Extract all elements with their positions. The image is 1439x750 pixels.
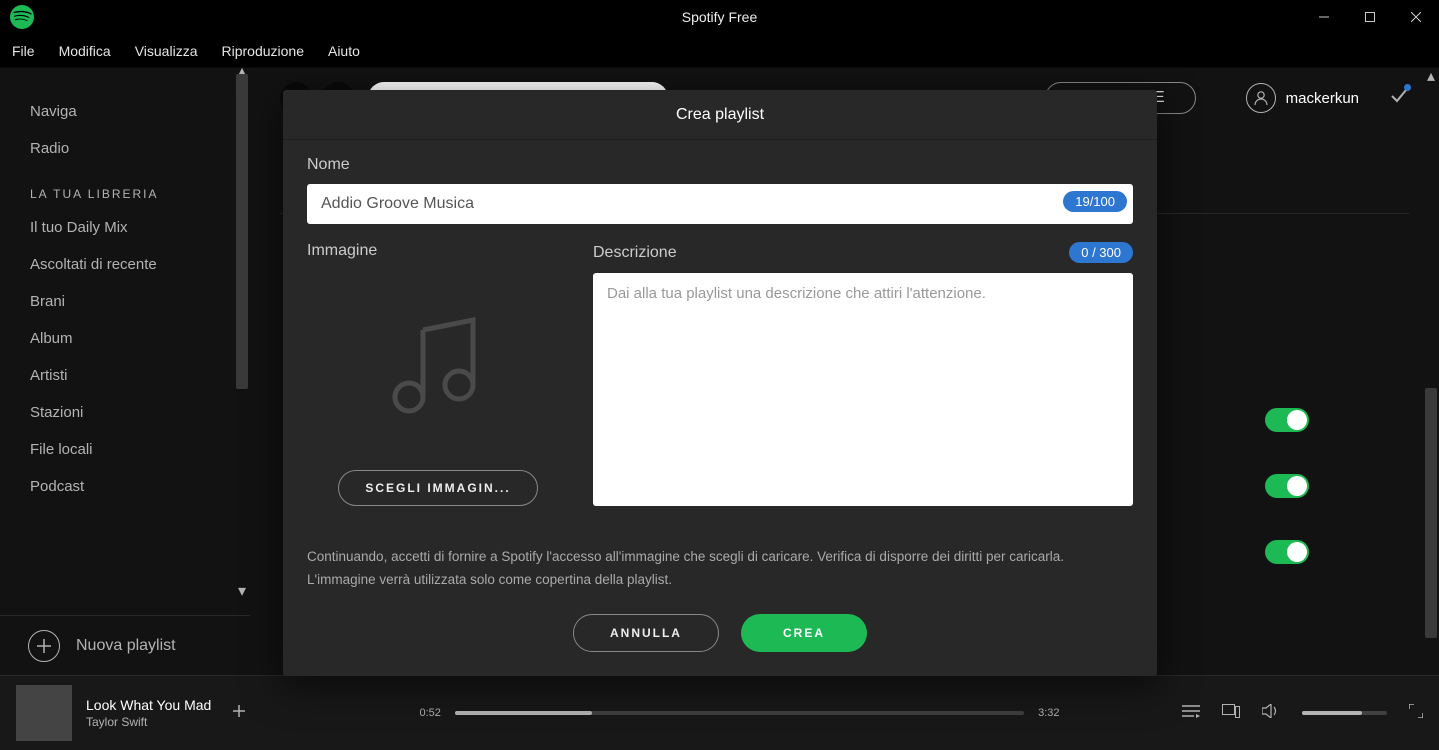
sidebar-item-songs[interactable]: Brani [0,283,250,320]
sidebar-item-artists[interactable]: Artisti [0,357,250,394]
sidebar-library-header: LA TUA LIBRERIA [0,167,250,209]
menu-playback[interactable]: Riproduzione [209,34,316,68]
track-title[interactable]: Look What You Mad [86,697,211,713]
modal-title: Crea playlist [283,90,1157,140]
sidebar-item-recent[interactable]: Ascoltati di recente [0,246,250,283]
scrollbar-thumb[interactable] [236,74,248,389]
progress-bar[interactable] [455,711,1024,715]
content-scrollbar[interactable]: ▴ [1423,68,1439,675]
album-cover[interactable] [16,685,72,741]
create-button[interactable]: CREA [741,614,867,652]
sidebar-item-browse[interactable]: Naviga [0,93,250,130]
queue-button[interactable] [1182,704,1200,723]
player-bar: Look What You Mad Taylor Swift 0:52 3:32 [0,675,1439,750]
scrollbar-thumb[interactable] [1425,388,1437,638]
toggle-2[interactable] [1265,474,1309,498]
image-label: Immagine [307,242,569,260]
titlebar: Spotify Free [0,0,1439,34]
description-counter-badge: 0 / 300 [1069,242,1133,263]
name-label: Nome [307,156,1133,174]
new-playlist-label: Nuova playlist [76,637,176,655]
volume-icon[interactable] [1262,704,1280,723]
image-placeholder [307,270,569,470]
sidebar-item-localfiles[interactable]: File locali [0,431,250,468]
sidebar-item-podcast[interactable]: Podcast [0,468,250,505]
devices-button[interactable] [1222,704,1240,723]
menu-view[interactable]: Visualizza [123,34,210,68]
playlist-name-input[interactable] [307,184,1133,224]
description-label: Descrizione [593,244,677,262]
maximize-button[interactable] [1347,0,1393,34]
chevron-up-icon[interactable]: ▴ [1423,68,1439,84]
cancel-button[interactable]: ANNULLA [573,614,719,652]
choose-image-button[interactable]: SCEGLI IMMAGIN... [338,470,537,506]
menu-help[interactable]: Aiuto [316,34,372,68]
window-title: Spotify Free [682,9,757,25]
spotify-logo-icon [10,5,34,29]
time-elapsed: 0:52 [420,707,441,719]
toggle-1[interactable] [1265,408,1309,432]
user-menu[interactable]: mackerkun [1246,83,1359,113]
add-track-button[interactable] [231,702,247,725]
toggle-3[interactable] [1265,540,1309,564]
sidebar-scrollbar[interactable]: ▴ ▾ [234,68,250,615]
volume-slider[interactable] [1302,711,1387,715]
menu-file[interactable]: File [0,34,47,68]
disclaimer-text: Continuando, accetti di fornire a Spotif… [307,546,1133,592]
chevron-down-icon[interactable]: ▾ [234,583,250,599]
notification-dot-icon [1404,84,1411,91]
expand-button[interactable] [1409,704,1423,723]
name-counter-badge: 19/100 [1063,191,1127,212]
description-textarea[interactable] [593,273,1133,506]
window-controls [1301,0,1439,34]
track-artist[interactable]: Taylor Swift [86,715,211,729]
time-total: 3:32 [1038,707,1059,719]
music-note-icon [383,315,493,425]
sidebar-item-radio[interactable]: Radio [0,130,250,167]
new-playlist-button[interactable]: Nuova playlist [0,615,250,675]
sidebar-item-dailymix[interactable]: Il tuo Daily Mix [0,209,250,246]
activity-button[interactable] [1389,86,1409,111]
menu-edit[interactable]: Modifica [47,34,123,68]
sidebar-item-albums[interactable]: Album [0,320,250,357]
menubar: File Modifica Visualizza Riproduzione Ai… [0,34,1439,68]
settings-toggles [1265,408,1309,564]
minimize-button[interactable] [1301,0,1347,34]
plus-icon [28,630,60,662]
sidebar-item-stations[interactable]: Stazioni [0,394,250,431]
username-label: mackerkun [1286,90,1359,107]
close-button[interactable] [1393,0,1439,34]
user-avatar-icon [1246,83,1276,113]
create-playlist-modal: Crea playlist Nome 19/100 Immagine SCEGL… [283,90,1157,676]
playback-controls: 0:52 3:32 [316,707,1163,719]
now-playing: Look What You Mad Taylor Swift [16,685,316,741]
sidebar: Naviga Radio LA TUA LIBRERIA Il tuo Dail… [0,68,250,675]
